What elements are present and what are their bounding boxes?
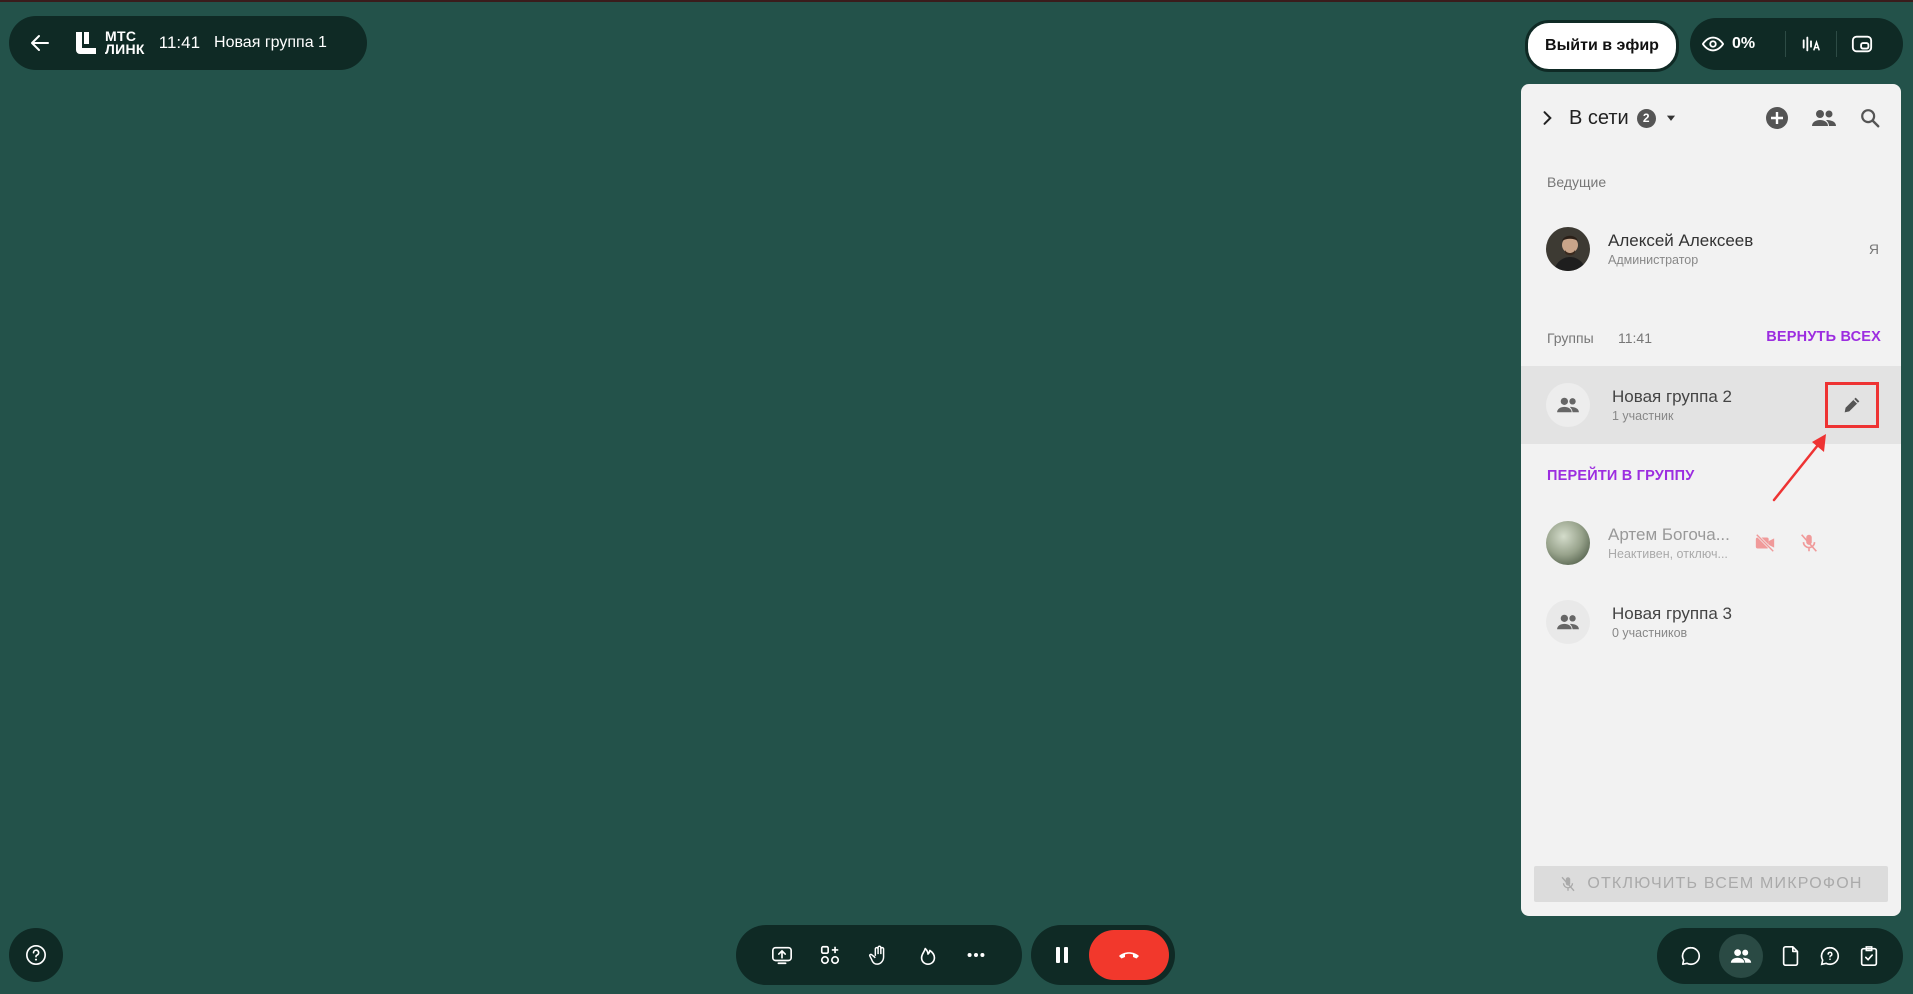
me-label: Я xyxy=(1868,241,1879,257)
panel-header: В сети 2 xyxy=(1521,84,1901,152)
sidebar-toggles xyxy=(1657,928,1903,984)
viewers-percent: 0% xyxy=(1732,35,1756,52)
mts-link-logo: МТС ЛИНК xyxy=(73,29,145,57)
call-controls xyxy=(1031,925,1175,985)
go-live-label: Выйти в эфир xyxy=(1545,37,1659,54)
people-icon xyxy=(1812,110,1836,126)
collapse-panel-button[interactable] xyxy=(1537,108,1557,128)
groups-time: 11:41 xyxy=(1618,330,1652,346)
divider xyxy=(1785,31,1787,57)
camera-off-button[interactable] xyxy=(1754,532,1776,554)
host-name: Алексей Алексеев xyxy=(1608,231,1754,250)
group-row[interactable]: Новая группа 3 0 участников xyxy=(1521,583,1901,661)
chat-button[interactable] xyxy=(1680,945,1702,967)
mic-off-button[interactable] xyxy=(1798,532,1820,554)
group-name: Новая группа 3 xyxy=(1612,604,1732,623)
caret-down-icon xyxy=(1666,115,1675,121)
host-row[interactable]: Алексей Алексеев Администратор Я xyxy=(1521,219,1901,279)
top-left-bar: МТС ЛИНК 11:41 Новая группа 1 xyxy=(9,16,367,70)
go-live-button[interactable]: Выйти в эфир xyxy=(1525,20,1679,72)
eye-icon xyxy=(1702,36,1724,52)
go-to-group-link[interactable]: ПЕРЕЙТИ В ГРУППУ xyxy=(1547,468,1694,484)
member-name: Артем Богоча... xyxy=(1608,525,1730,544)
question-bubble-icon xyxy=(1820,946,1839,966)
question-circle-icon xyxy=(26,945,46,965)
tasks-button[interactable] xyxy=(1858,945,1880,967)
raise-hand-button[interactable] xyxy=(868,944,890,966)
help-button[interactable] xyxy=(9,928,63,982)
hand-icon xyxy=(868,945,885,965)
mute-all-label: ОТКЛЮЧИТЬ ВСЕМ МИКРОФОН xyxy=(1587,875,1863,892)
camera-off-icon xyxy=(1755,533,1775,553)
avatar xyxy=(1546,521,1590,565)
chevron-right-icon xyxy=(1543,111,1552,125)
pause-icon xyxy=(1056,947,1068,963)
current-group-name: Новая группа 1 xyxy=(214,34,327,51)
file-icon xyxy=(1782,946,1799,966)
group-avatar xyxy=(1546,600,1590,644)
logo-line-2: ЛИНК xyxy=(105,41,145,57)
edit-group-button[interactable] xyxy=(1825,382,1879,428)
user-photo-icon xyxy=(1546,227,1590,271)
more-button[interactable] xyxy=(965,944,987,966)
return-all-link[interactable]: ВЕРНУТЬ ВСЕХ xyxy=(1766,329,1881,345)
questions-button[interactable] xyxy=(1819,945,1841,967)
group-row[interactable]: Новая группа 2 1 участник xyxy=(1521,366,1901,444)
share-screen-button[interactable] xyxy=(771,944,793,966)
phone-hangup-icon xyxy=(1119,952,1139,959)
pencil-icon xyxy=(1844,397,1860,413)
apps-icon xyxy=(821,945,840,965)
avatar xyxy=(1546,227,1590,271)
people-icon xyxy=(1557,397,1579,413)
group-member-count: 1 участник xyxy=(1612,409,1674,423)
online-count-badge: 2 xyxy=(1636,108,1656,128)
flame-icon xyxy=(920,947,935,965)
apps-button[interactable] xyxy=(819,944,841,966)
audio-levels-button[interactable] xyxy=(1800,33,1822,55)
member-row[interactable]: Артем Богоча... Неактивен, отключ... xyxy=(1521,513,1901,573)
search-button[interactable] xyxy=(1859,107,1881,129)
divider xyxy=(1836,31,1838,57)
search-icon xyxy=(1861,109,1880,128)
session-time: 11:41 xyxy=(158,33,201,52)
files-button[interactable] xyxy=(1780,945,1802,967)
groups-label: Группы xyxy=(1547,330,1594,346)
panel-title: В сети xyxy=(1569,106,1629,129)
mic-off-icon xyxy=(1561,876,1575,892)
group-avatar xyxy=(1546,383,1590,427)
audio-levels-icon xyxy=(1802,36,1821,52)
participants-button[interactable] xyxy=(1719,934,1763,978)
member-status: Неактивен, отключ... xyxy=(1608,547,1728,561)
people-icon xyxy=(1730,949,1752,963)
group-member-count: 0 участников xyxy=(1612,626,1688,640)
chat-icon xyxy=(1681,946,1700,966)
add-circle-icon xyxy=(1766,107,1788,129)
viewers-button[interactable] xyxy=(1702,33,1724,55)
clipboard-check-icon xyxy=(1860,946,1878,966)
annotation-arrow-icon xyxy=(1772,434,1826,502)
top-stats-bar: 0% xyxy=(1690,18,1903,70)
user-photo-icon xyxy=(1546,521,1590,565)
logo-mark-icon xyxy=(76,32,96,54)
pip-button[interactable] xyxy=(1851,33,1873,55)
tools-bar xyxy=(736,925,1022,985)
groups-button[interactable] xyxy=(1811,107,1837,129)
share-screen-icon xyxy=(771,946,792,965)
filter-dropdown-button[interactable] xyxy=(1664,111,1678,125)
pause-button[interactable] xyxy=(1037,930,1087,980)
picture-in-picture-icon xyxy=(1852,35,1873,53)
add-button[interactable] xyxy=(1765,106,1789,130)
mute-all-button[interactable]: ОТКЛЮЧИТЬ ВСЕМ МИКРОФОН xyxy=(1534,866,1888,902)
end-call-button[interactable] xyxy=(1089,930,1169,980)
group-name: Новая группа 2 xyxy=(1612,387,1732,406)
mic-off-icon xyxy=(1800,534,1817,552)
hosts-label: Ведущие xyxy=(1547,174,1607,190)
reactions-button[interactable] xyxy=(917,944,939,966)
back-button[interactable] xyxy=(23,26,57,60)
host-role: Администратор xyxy=(1608,253,1699,267)
people-icon xyxy=(1557,614,1579,630)
arrow-left-icon xyxy=(31,35,49,51)
participants-panel: В сети 2 Ведущие Алексей Алексеев Админи… xyxy=(1521,84,1901,916)
more-horizontal-icon xyxy=(967,952,985,958)
